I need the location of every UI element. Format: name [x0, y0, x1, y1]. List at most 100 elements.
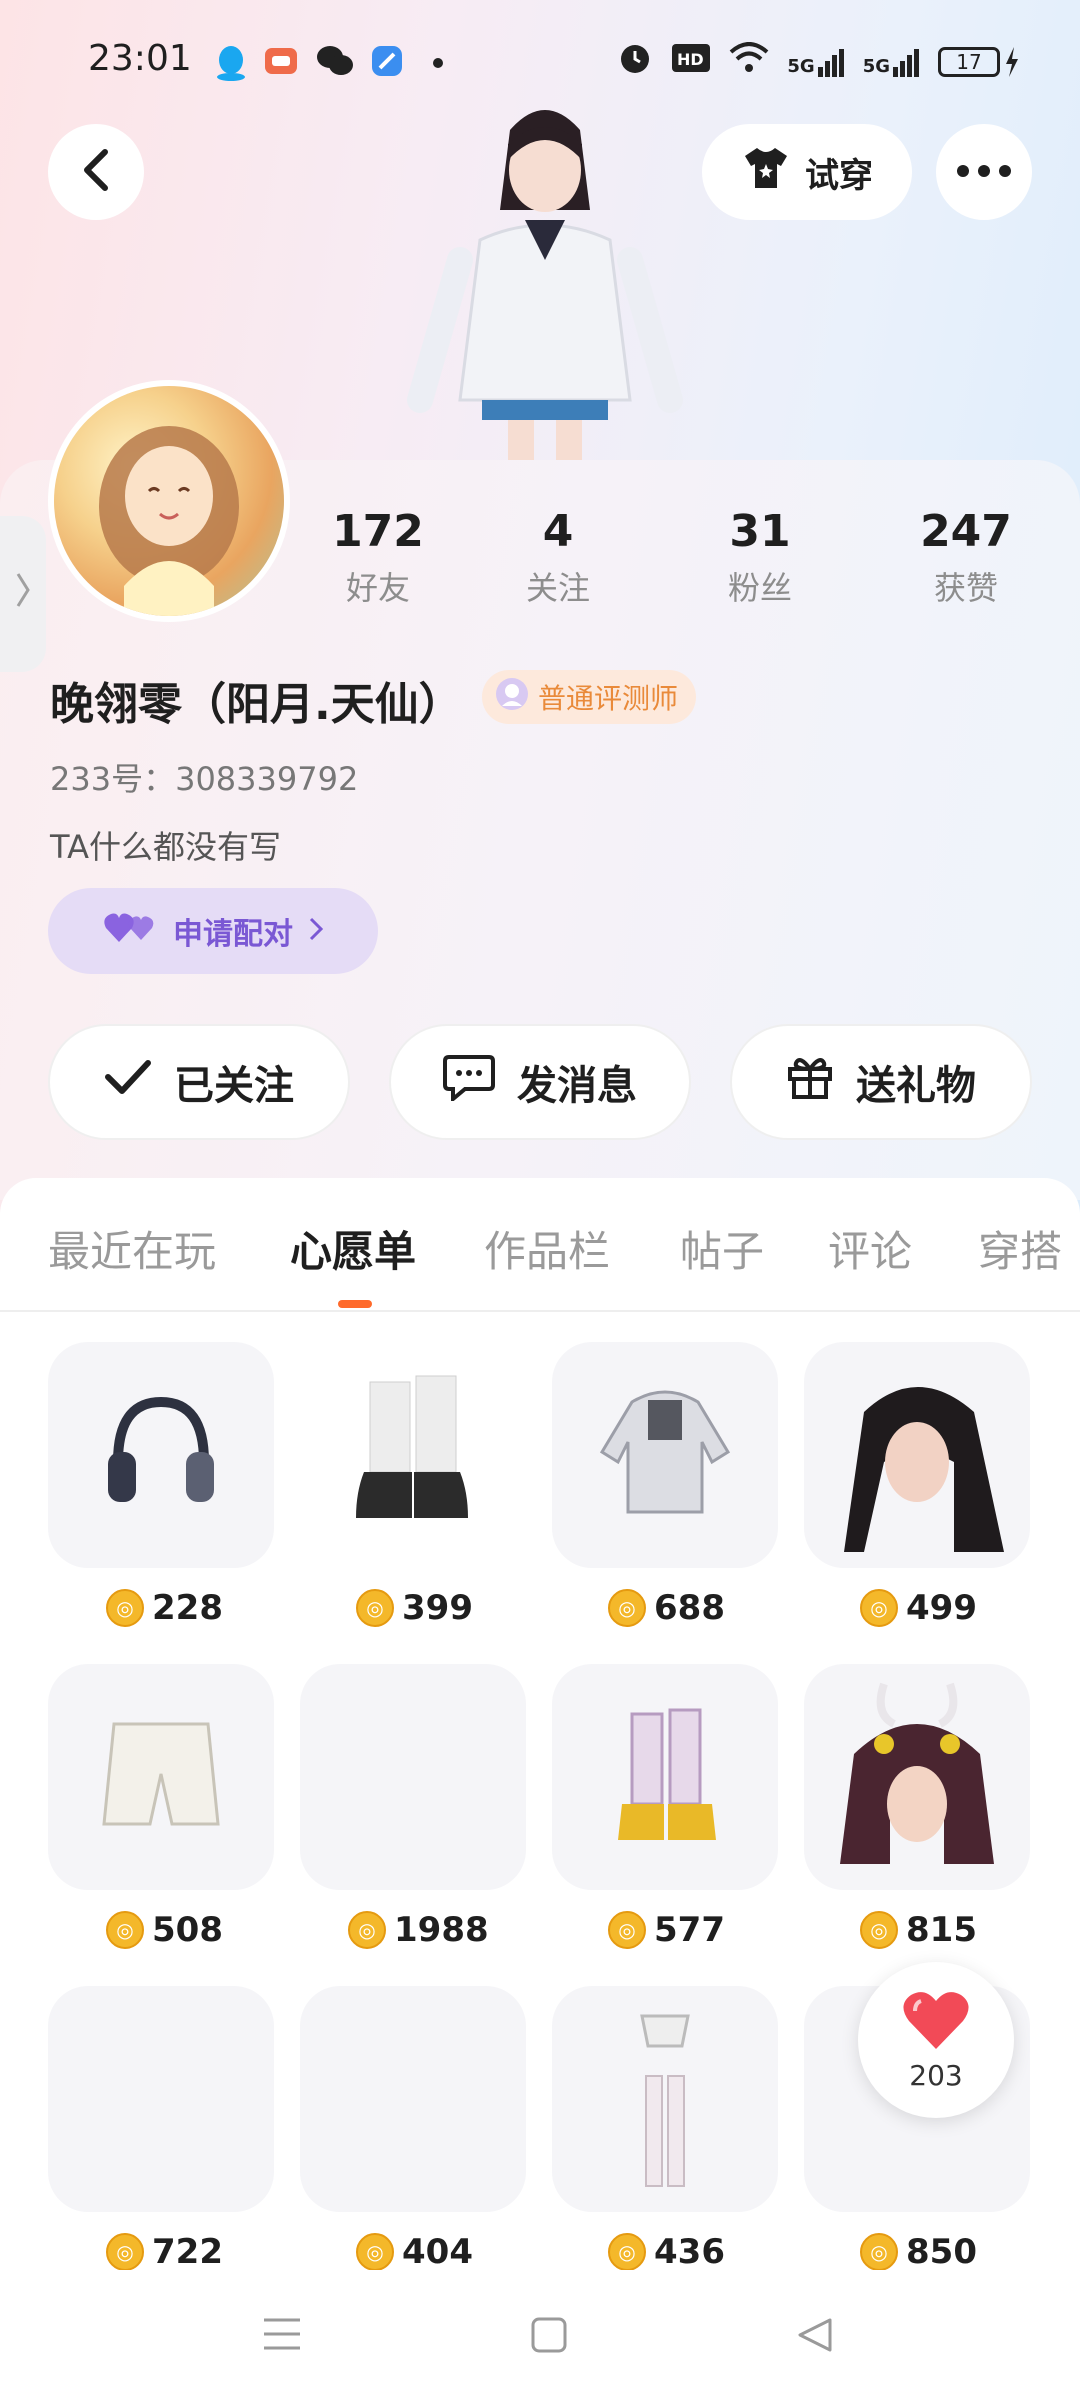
wishlist-item-empty[interactable]	[48, 1986, 274, 2212]
coin-icon: ◎	[860, 1911, 898, 1949]
badge-avatar-icon	[494, 676, 530, 719]
wishlist-item-gold-boots[interactable]	[552, 1664, 778, 1890]
wishlist-price: ◎ 850	[860, 2232, 977, 2272]
stat-label: 关注	[525, 569, 590, 607]
network-type-1: 5G	[787, 55, 815, 77]
badge-label: 普通评测师	[538, 682, 679, 715]
stat-label: 粉丝	[727, 569, 792, 607]
send-message-button[interactable]: 发消息	[389, 1024, 691, 1140]
stat-following[interactable]: 4 关注	[478, 506, 638, 609]
wishlist-item-jacket[interactable]	[552, 1342, 778, 1568]
back-button[interactable]	[48, 124, 144, 220]
wishlist-item-horned-hair[interactable]	[804, 1664, 1030, 1890]
double-heart-icon	[103, 910, 157, 952]
chevron-left-icon	[81, 148, 111, 196]
more-options-button[interactable]	[936, 124, 1032, 220]
stat-fans[interactable]: 31 粉丝	[680, 506, 840, 609]
wishlist-price: ◎ 436	[608, 2232, 725, 2272]
battery-icon: 17	[938, 46, 1020, 77]
wishlist-price: ◎ 508	[106, 1910, 223, 1950]
wishlist-item-stockings[interactable]	[552, 1986, 778, 2212]
price-value: 815	[906, 1910, 977, 1950]
side-drawer-handle[interactable]	[0, 516, 46, 672]
tab-outfits[interactable]: 穿搭	[978, 1218, 1062, 1279]
stat-value: 247	[920, 506, 1012, 557]
price-value: 436	[654, 2232, 725, 2272]
chevron-right-icon	[15, 570, 31, 618]
wishlist-price: ◎ 499	[860, 1588, 977, 1628]
like-count: 203	[909, 2058, 963, 2092]
wishlist-price: ◎ 404	[356, 2232, 473, 2272]
menu-icon[interactable]	[262, 2316, 302, 2356]
tab-comments[interactable]: 评论	[828, 1218, 912, 1279]
qq-icon	[214, 44, 248, 86]
user-id: 233号：308339792	[50, 760, 359, 798]
wishlist-item-headphones[interactable]	[48, 1342, 274, 1568]
system-navigation-bar	[0, 2270, 1080, 2400]
active-tab-indicator	[338, 1300, 372, 1308]
wishlist-price: ◎ 577	[608, 1910, 725, 1950]
coin-icon: ◎	[608, 1589, 646, 1627]
stat-value: 31	[729, 506, 791, 557]
tab-posts[interactable]: 帖子	[680, 1218, 764, 1279]
coin-icon: ◎	[106, 1911, 144, 1949]
tab-wishlist[interactable]: 心愿单	[290, 1218, 416, 1279]
chevron-right-icon	[309, 914, 324, 949]
tab-recently-played[interactable]: 最近在玩	[48, 1218, 216, 1279]
svg-text:HD: HD	[677, 50, 704, 69]
profile-name: 晚翎零（阳月.天仙）	[50, 679, 463, 730]
apply-pair-label: 申请配对	[173, 917, 293, 952]
wishlist-item-hair[interactable]	[804, 1342, 1030, 1568]
coin-icon: ◎	[348, 1911, 386, 1949]
stat-value: 4	[542, 506, 574, 557]
price-value: 399	[402, 1588, 473, 1628]
tshirt-icon	[741, 146, 791, 199]
wishlist-price: ◎ 228	[106, 1588, 223, 1628]
browser-app-icon	[370, 44, 404, 82]
more-dots-icon	[956, 163, 1012, 182]
send-gift-button[interactable]: 送礼物	[730, 1024, 1032, 1140]
status-time: 23:01	[88, 38, 192, 79]
hd-icon: HD	[671, 43, 711, 80]
price-value: 688	[654, 1588, 725, 1628]
stat-label: 好友	[345, 569, 410, 607]
coin-icon: ◎	[106, 2233, 144, 2271]
wishlist-price: ◎ 399	[356, 1588, 473, 1628]
wishlist-item-shorts[interactable]	[48, 1664, 274, 1890]
coin-icon: ◎	[860, 2233, 898, 2271]
wishlist-item-empty[interactable]	[300, 1986, 526, 2212]
wishlist-price: ◎ 1988	[348, 1910, 489, 1950]
price-value: 577	[654, 1910, 725, 1950]
price-value: 1988	[394, 1910, 489, 1950]
avatar[interactable]	[48, 380, 290, 622]
wishlist-item-boots[interactable]	[300, 1342, 526, 1568]
user-bio: TA什么都没有写	[50, 828, 281, 866]
wishlist-item-empty[interactable]	[300, 1664, 526, 1890]
gift-icon	[786, 1053, 834, 1111]
apply-pair-button[interactable]: 申请配对	[48, 888, 378, 974]
like-button[interactable]: 203	[858, 1962, 1014, 2118]
try-on-button[interactable]: 试穿	[702, 124, 912, 220]
stat-likes[interactable]: 247 获赞	[886, 506, 1046, 609]
avatar-3d-character[interactable]	[400, 100, 690, 470]
following-button[interactable]: 已关注	[48, 1024, 350, 1140]
home-square-icon[interactable]	[530, 2316, 568, 2358]
coin-icon: ◎	[356, 2233, 394, 2271]
coin-icon: ◎	[608, 2233, 646, 2271]
tab-works[interactable]: 作品栏	[484, 1218, 610, 1279]
price-value: 508	[152, 1910, 223, 1950]
signal-2-icon: 5G	[863, 47, 920, 77]
reviewer-badge[interactable]: 普通评测师	[482, 670, 697, 724]
heart-icon	[901, 1989, 971, 2055]
battery-level: 17	[938, 46, 1000, 77]
tab-divider	[0, 1310, 1080, 1312]
stat-friends[interactable]: 172 好友	[298, 506, 458, 609]
chat-bubble-icon	[443, 1053, 495, 1111]
back-triangle-icon[interactable]	[796, 2316, 834, 2358]
price-value: 850	[906, 2232, 977, 2272]
alarm-icon	[617, 40, 653, 83]
wishlist-price: ◎ 815	[860, 1910, 977, 1950]
coin-icon: ◎	[106, 1589, 144, 1627]
coin-icon: ◎	[608, 1911, 646, 1949]
price-value: 404	[402, 2232, 473, 2272]
